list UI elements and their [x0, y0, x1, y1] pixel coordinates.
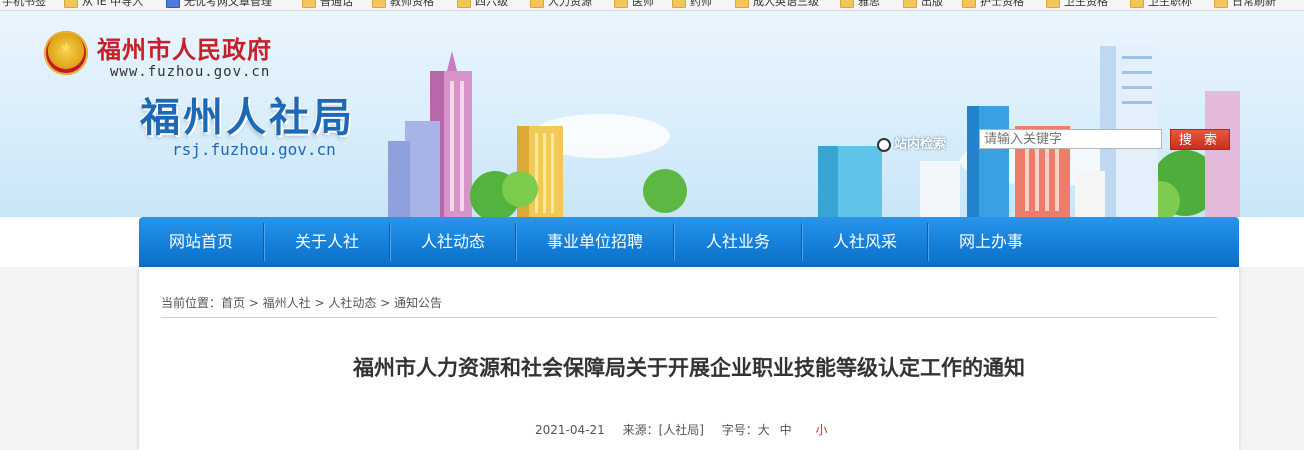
bookmark-label: 卫生资格 [1064, 0, 1108, 8]
bookmark-label: 手机书签 [2, 0, 46, 8]
font-size-small[interactable]: 小 [815, 423, 827, 437]
article-title: 福州市人力资源和社会保障局关于开展企业职业技能等级认定工作的通知 [353, 356, 1025, 380]
article-panel: 当前位置：首页 > 福州人社 > 人社动态 > 通知公告 福州市人力资源和社会保… [139, 267, 1239, 450]
folder-icon [530, 0, 544, 8]
search-input[interactable] [979, 129, 1162, 149]
government-name[interactable]: 福州市人民政府 [97, 30, 272, 65]
bookmark-label: 四六级 [475, 0, 508, 8]
bookmark-label: 医师 [632, 0, 654, 8]
folder-icon [372, 0, 386, 8]
font-size-large[interactable]: 大 [758, 423, 770, 437]
site-url[interactable]: rsj.fuzhou.gov.cn [172, 140, 336, 159]
search-label: 站内检索 [877, 133, 946, 152]
main-nav: 网站首页 关于人社 人社动态 事业单位招聘 人社业务 人社风采 网上办事 [139, 217, 1239, 267]
bookmark-article-manage[interactable]: 无忧考网文章管理 [166, 0, 272, 9]
site-logo-title[interactable]: 福州人社局 [140, 85, 355, 143]
folder-icon [903, 0, 917, 8]
nav-home[interactable]: 网站首页 [139, 217, 263, 267]
site-header: ★ 福州市人民政府 www.fuzhou.gov.cn 福州人社局 rsj.fu… [0, 11, 1304, 217]
folder-icon [64, 0, 78, 8]
bookmark-folder[interactable]: 药师 [672, 0, 712, 9]
bookmark-label: 雅思 [858, 0, 880, 8]
bookmark-label: 卫生职称 [1148, 0, 1192, 8]
bookmark-folder[interactable]: 成人英语三级 [735, 0, 819, 9]
bookmark-folder[interactable]: 雅思 [840, 0, 880, 9]
bookmark-folder[interactable]: 医师 [614, 0, 654, 9]
folder-icon [1214, 0, 1228, 8]
folder-icon [735, 0, 749, 8]
nav-online-services[interactable]: 网上办事 [929, 217, 1053, 267]
breadcrumb[interactable]: 当前位置：首页 > 福州人社 > 人社动态 > 通知公告 [161, 294, 442, 311]
breadcrumb-divider [161, 317, 1217, 318]
folder-icon [672, 0, 686, 8]
bookmark-label: 无忧考网文章管理 [184, 0, 272, 8]
bookmark-folder[interactable]: 普通话 [302, 0, 353, 9]
nav-showcase[interactable]: 人社风采 [803, 217, 927, 267]
bookmark-mobile[interactable]: 手机书签 [2, 0, 46, 9]
bookmark-label: 成人英语三级 [753, 0, 819, 8]
government-url[interactable]: www.fuzhou.gov.cn [110, 64, 270, 80]
bookmark-folder[interactable]: 人力资源 [530, 0, 592, 9]
page-icon [166, 0, 180, 8]
bookmark-folder[interactable]: 出版 [903, 0, 943, 9]
search-label-text: 站内检索 [894, 137, 947, 152]
bookmark-label: 护士资格 [980, 0, 1024, 8]
folder-icon [457, 0, 471, 8]
font-size-medium[interactable]: 中 [780, 423, 792, 437]
folder-icon [962, 0, 976, 8]
bookmark-label: 教师资格 [390, 0, 434, 8]
folder-icon [840, 0, 854, 8]
bookmark-ie-import[interactable]: 从 IE 中导入 [64, 0, 143, 9]
bookmarks-bar: 手机书签 从 IE 中导入 无忧考网文章管理 普通话 教师资格 四六级 人力资源… [0, 0, 1304, 11]
article-source: 来源：[人社局] [622, 423, 704, 437]
bookmark-folder[interactable]: 四六级 [457, 0, 508, 9]
national-emblem-icon: ★ [44, 31, 88, 75]
bookmark-label: 从 IE 中导入 [82, 0, 144, 8]
search-button[interactable]: 搜 索 [1170, 129, 1230, 150]
nav-recruitment[interactable]: 事业单位招聘 [517, 217, 673, 267]
bookmark-folder[interactable]: 教师资格 [372, 0, 434, 9]
bookmark-label: 药师 [690, 0, 712, 8]
bookmark-label: 日常刷新 [1232, 0, 1276, 8]
nav-business[interactable]: 人社业务 [675, 217, 801, 267]
bookmark-folder[interactable]: 卫生职称 [1130, 0, 1192, 9]
font-size-label: 字号： [721, 423, 758, 437]
bookmark-label: 人力资源 [548, 0, 592, 8]
article-date: 2021-04-21 [535, 423, 605, 437]
bookmark-folder[interactable]: 护士资格 [962, 0, 1024, 9]
nav-about[interactable]: 关于人社 [265, 217, 389, 267]
folder-icon [302, 0, 316, 8]
article-meta: 2021-04-21 来源：[人社局] 字号：大 中 小 [535, 421, 828, 438]
bookmark-label: 出版 [921, 0, 943, 8]
search-icon [877, 137, 891, 152]
folder-icon [614, 0, 628, 8]
nav-news[interactable]: 人社动态 [391, 217, 515, 267]
bookmark-folder[interactable]: 日常刷新 [1214, 0, 1276, 9]
bookmark-label: 普通话 [320, 0, 353, 8]
folder-icon [1046, 0, 1060, 8]
folder-icon [1130, 0, 1144, 8]
bookmark-folder[interactable]: 卫生资格 [1046, 0, 1108, 9]
